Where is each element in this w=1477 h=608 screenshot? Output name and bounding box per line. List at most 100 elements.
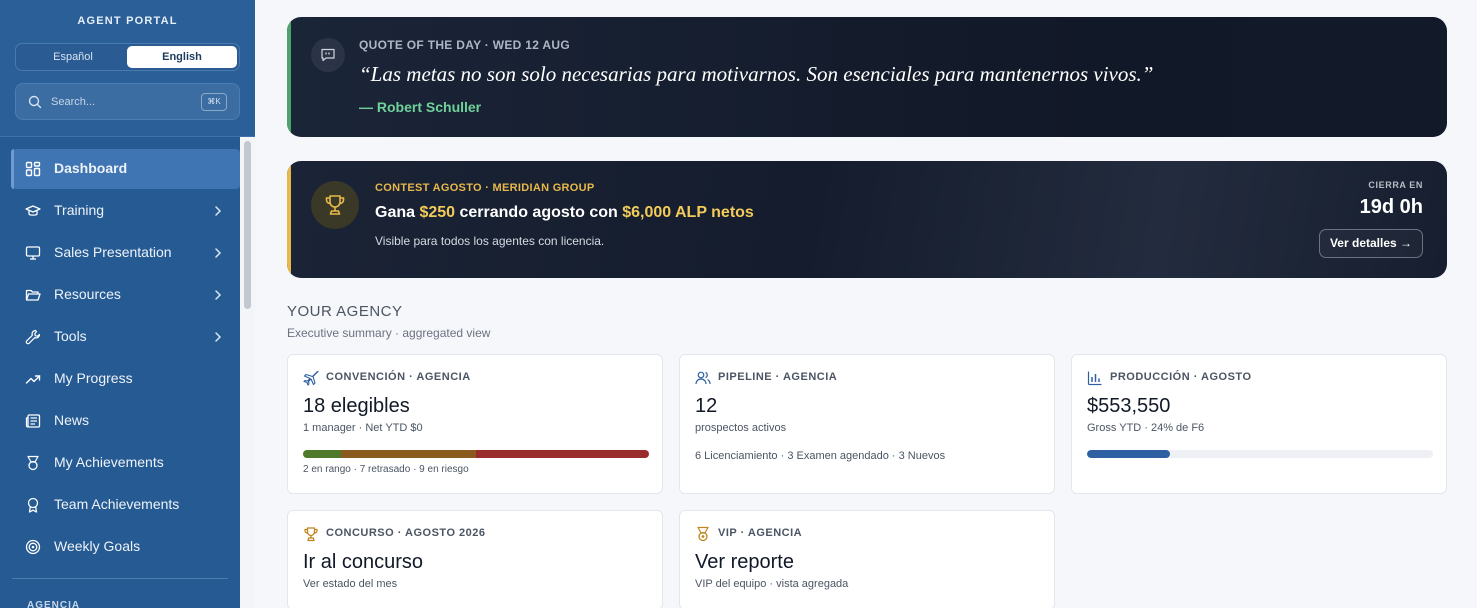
card-value: 12 [695,395,718,417]
sidebar-item-dashboard[interactable]: Dashboard [11,149,241,189]
medal-icon [27,455,39,471]
sidebar-divider [12,578,228,579]
sidebar-item-label: Team Achievements [54,496,180,512]
chevron-right-icon [215,290,222,300]
contest-label: CONTEST AGOSTO · MERIDIAN GROUP [375,182,595,194]
sidebar-item-label: My Progress [54,370,133,386]
contest-title-middle: cerrando agosto con [455,204,623,221]
sidebar-item-label: Sales Presentation [54,244,172,260]
folder-open-icon [25,289,41,301]
card-value: Ver reporte [695,551,794,573]
card-label: PIPELINE · AGENCIA [718,371,838,383]
sidebar-item-label: News [54,412,90,428]
quote-author: — Robert Schuller [359,99,482,115]
sidebar-scrollbar-thumb[interactable] [244,141,251,309]
sidebar-item-team-achievements[interactable]: Team Achievements [11,485,241,525]
quote-accent-bar [287,17,291,137]
card-value: Ir al concurso [303,551,424,573]
card-label: VIP · AGENCIA [718,527,803,539]
pipeline-card[interactable]: PIPELINE · AGENCIA 12 prospectos activos… [679,354,1055,494]
vip-card[interactable]: VIP · AGENCIA Ver reporte VIP del equipo… [679,510,1055,608]
quote-text: “Las metas no son solo necesarias para m… [359,62,1154,86]
card-subtext: VIP del equipo · vista agregada [695,578,849,590]
users-icon [695,371,711,385]
graduation-cap-icon [25,205,41,216]
convention-card[interactable]: CONVENCIÓN · AGENCIA 18 elegibles 1 mana… [287,354,663,494]
sidebar-item-label: My Achievements [54,454,164,470]
agency-section-title: YOUR AGENCY [287,303,403,320]
card-subtext: prospectos activos [695,422,787,434]
trophy-icon [304,527,318,542]
bar-chart-icon [1087,371,1102,386]
sidebar-nav: Dashboard Training Sales Presentation Re… [11,149,241,569]
sidebar: AGENT PORTAL Español English ⌘K Dashboar… [0,0,255,608]
sidebar-item-label: Resources [54,286,121,302]
agency-section-subtitle: Executive summary · aggregated view [287,326,491,340]
sidebar-item-label: Tools [54,328,87,344]
wrench-icon [25,329,41,345]
presentation-icon [25,246,41,260]
quote-icon-badge [311,38,345,72]
contest-title-prefix: Gana [375,204,420,221]
message-quote-icon [321,48,335,62]
production-progress-track [1087,450,1433,458]
contest-subtitle: Visible para todos los agentes con licen… [375,234,605,248]
trending-up-icon [25,375,41,384]
view-details-button[interactable]: Ver detalles → [1319,229,1423,258]
sidebar-item-tools[interactable]: Tools [11,317,241,357]
card-value: 18 elegibles [303,395,410,417]
contest-countdown: 19d 0h [1359,196,1423,218]
production-progress-fill [1087,450,1171,458]
quote-card: QUOTE OF THE DAY · WED 12 AUG “Las metas… [287,17,1447,137]
contest-title: Gana $250 cerrando agosto con $6,000 ALP… [375,204,754,222]
chevron-right-icon [215,206,222,216]
card-value: $553,550 [1087,395,1171,417]
search-input[interactable] [51,93,191,111]
chevron-right-icon [215,248,222,258]
sidebar-item-my-achievements[interactable]: My Achievements [11,443,241,483]
newspaper-icon [25,414,41,428]
search-icon [28,95,42,109]
sidebar-item-my-progress[interactable]: My Progress [11,359,241,399]
contest-icon-badge [311,181,359,229]
convention-status-bar [303,450,649,458]
trophy-icon [325,195,345,215]
target-icon [25,539,41,555]
sidebar-item-sales-presentation[interactable]: Sales Presentation [11,233,241,273]
card-subtext: Ver estado del mes [303,578,398,590]
search-box[interactable]: ⌘K [15,83,240,120]
award-icon [27,497,39,513]
sidebar-item-label: Dashboard [54,160,128,176]
search-shortcut-badge: ⌘K [201,93,227,111]
contest-closes-label: CIERRA EN [1368,180,1423,190]
contest-card[interactable]: CONCURSO · AGOSTO 2026 Ir al concurso Ve… [287,510,663,608]
production-card[interactable]: PRODUCCIÓN · AGOSTO $553,550 Gross YTD ·… [1071,354,1447,494]
lang-option-english[interactable]: English [127,46,237,68]
sidebar-item-resources[interactable]: Resources [11,275,241,315]
sidebar-item-label: Weekly Goals [54,538,141,554]
sidebar-item-training[interactable]: Training [11,191,241,231]
contest-prize-amount: $250 [419,204,456,221]
plane-icon [303,370,319,386]
sidebar-section-label: AGENCIA [27,600,81,608]
sidebar-item-weekly-goals[interactable]: Weekly Goals [11,527,241,567]
sidebar-item-news[interactable]: News [11,401,241,441]
portal-title: AGENT PORTAL [77,15,178,27]
card-subtext: Gross YTD · 24% de F6 [1087,422,1205,434]
card-label: CONCURSO · AGOSTO 2026 [326,527,486,539]
quote-label: QUOTE OF THE DAY · WED 12 AUG [359,38,570,52]
sidebar-item-label: Training [54,202,105,218]
card-subtext: 1 manager · Net YTD $0 [303,422,423,434]
language-toggle: Español English [15,43,240,71]
card-detail: 6 Licenciamiento · 3 Examen agendado · 3… [695,450,946,462]
card-footer: 2 en rango · 7 retrasado · 9 en riesgo [303,464,469,475]
card-label: CONVENCIÓN · AGENCIA [326,371,471,383]
status-segment-en-rango [303,450,342,458]
status-segment-retrasado [341,450,476,458]
chevron-right-icon [215,332,222,342]
lang-option-espanol[interactable]: Español [18,46,128,68]
contest-banner: CONTEST AGOSTO · MERIDIAN GROUP Gana $25… [287,161,1447,278]
medal-icon [697,526,709,542]
grid-icon [25,161,41,177]
status-segment-en-riesgo [475,450,649,458]
